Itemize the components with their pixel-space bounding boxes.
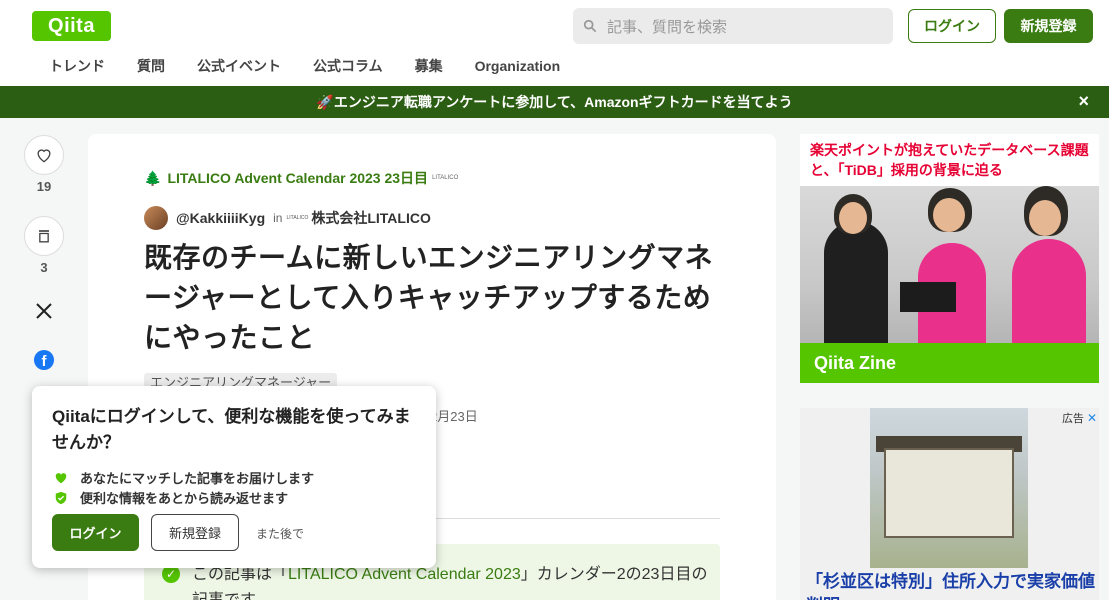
ad-brand-bar: Qiita Zine bbox=[800, 343, 1099, 383]
heart-icon bbox=[55, 472, 67, 483]
in-label: in bbox=[273, 211, 283, 225]
banner-text[interactable]: 🚀エンジニア転職アンケートに参加して、Amazonギフトカードを当てよう bbox=[316, 92, 792, 112]
signup-button[interactable]: 新規登録 bbox=[1004, 9, 1093, 43]
nav-questions[interactable]: 質問 bbox=[121, 56, 181, 76]
article-title: 既存のチームに新しいエンジニアリングマネージャーとして入りキャッチアップするため… bbox=[144, 242, 714, 353]
popup-title: Qiitaにログインして、便利な機能を使ってみませんか？ bbox=[52, 407, 411, 452]
advent-org-logo: LITALICO bbox=[432, 175, 459, 181]
main-nav: トレンド 質問 公式イベント 公式コラム 募集 Organization bbox=[33, 56, 576, 76]
post-date: 2月23日 bbox=[430, 409, 478, 424]
facebook-share-icon[interactable]: f bbox=[34, 350, 54, 370]
site-header: Qiita 記事、質問を検索 ログイン 新規登録 トレンド 質問 公式イベント … bbox=[0, 0, 1109, 86]
qiita-zine-ad[interactable]: 楽天ポイントが抱えていたデータベース課題と、「TiDB」採用の背景に迫る Qii… bbox=[800, 134, 1099, 383]
benefit-text: あなたにマッチした記事をお届けします bbox=[80, 471, 315, 486]
heart-icon bbox=[37, 149, 51, 163]
advent-label[interactable]: LITALICO Advent Calendar 2023 23日目 bbox=[167, 168, 428, 188]
laptop bbox=[900, 282, 956, 312]
note-link[interactable]: LITALICO Advent Calendar 2023 bbox=[288, 566, 521, 583]
ad-headline[interactable]: 「杉並区は特別」住所入力で実家価値判明 bbox=[806, 570, 1099, 600]
close-icon[interactable]: × bbox=[1078, 92, 1089, 110]
login-prompt-popup: Qiitaにログインして、便利な機能を使ってみませんか？ あなたにマッチした記事… bbox=[32, 386, 436, 568]
author-name[interactable]: @KakkiiiiKyg bbox=[176, 210, 265, 226]
stock-count: 3 bbox=[40, 260, 48, 275]
ad-photo bbox=[870, 408, 1028, 568]
like-button[interactable] bbox=[24, 135, 64, 175]
popup-login-button[interactable]: ログイン bbox=[52, 514, 139, 551]
close-icon[interactable]: ✕ bbox=[1087, 411, 1097, 425]
tree-icon: 🌲 bbox=[144, 169, 162, 186]
nav-columns[interactable]: 公式コラム bbox=[297, 56, 399, 76]
popup-benefit-2: 便利な情報をあとから読み返せます bbox=[54, 488, 288, 507]
stock-button[interactable] bbox=[24, 216, 64, 256]
org-name[interactable]: 株式会社LITALICO bbox=[311, 208, 431, 228]
popup-benefit-1: あなたにマッチした記事をお届けします bbox=[54, 468, 314, 487]
search-placeholder: 記事、質問を検索 bbox=[607, 18, 728, 36]
ad-photo bbox=[800, 186, 1099, 343]
qiita-logo[interactable]: Qiita bbox=[32, 11, 111, 41]
display-ad[interactable]: 広告 ✕ 「杉並区は特別」住所入力で実家価値判明 bbox=[800, 408, 1099, 600]
survey-banner[interactable]: 🚀エンジニア転職アンケートに参加して、Amazonギフトカードを当てよう × bbox=[0, 86, 1109, 118]
nav-organization[interactable]: Organization bbox=[459, 56, 577, 76]
head bbox=[933, 198, 965, 232]
author-line: @KakkiiiiKyg in LITALICO 株式会社LITALICO bbox=[144, 206, 431, 230]
person-figure bbox=[824, 221, 888, 343]
nav-events[interactable]: 公式イベント bbox=[181, 56, 297, 76]
benefit-text: 便利な情報をあとから読み返せます bbox=[80, 491, 289, 506]
x-share-icon[interactable] bbox=[34, 301, 54, 321]
head bbox=[839, 202, 867, 234]
avatar[interactable] bbox=[144, 206, 168, 230]
ad-badge[interactable]: 広告 ✕ bbox=[1062, 410, 1097, 426]
like-count: 19 bbox=[36, 179, 52, 194]
head bbox=[1029, 200, 1061, 236]
popup-signup-button[interactable]: 新規登録 bbox=[151, 514, 239, 551]
search-icon bbox=[583, 19, 597, 33]
note-prefix: この記事は「 bbox=[192, 566, 289, 583]
login-button[interactable]: ログイン bbox=[908, 9, 996, 43]
person-figure bbox=[1012, 239, 1086, 343]
org-logo: LITALICO bbox=[286, 215, 309, 221]
later-link[interactable]: また後で bbox=[256, 525, 304, 542]
search-input[interactable]: 記事、質問を検索 bbox=[573, 8, 893, 44]
advent-calendar-link[interactable]: 🌲 LITALICO Advent Calendar 2023 23日目 LIT… bbox=[144, 168, 458, 188]
nav-recruit[interactable]: 募集 bbox=[399, 56, 459, 76]
ad-headline[interactable]: 楽天ポイントが抱えていたデータベース課題と、「TiDB」採用の背景に迫る bbox=[810, 140, 1095, 180]
house bbox=[884, 448, 1014, 538]
nav-trend[interactable]: トレンド bbox=[33, 56, 121, 76]
stock-icon bbox=[39, 230, 49, 243]
shield-icon bbox=[55, 491, 67, 504]
ad-label: 広告 bbox=[1061, 413, 1084, 425]
